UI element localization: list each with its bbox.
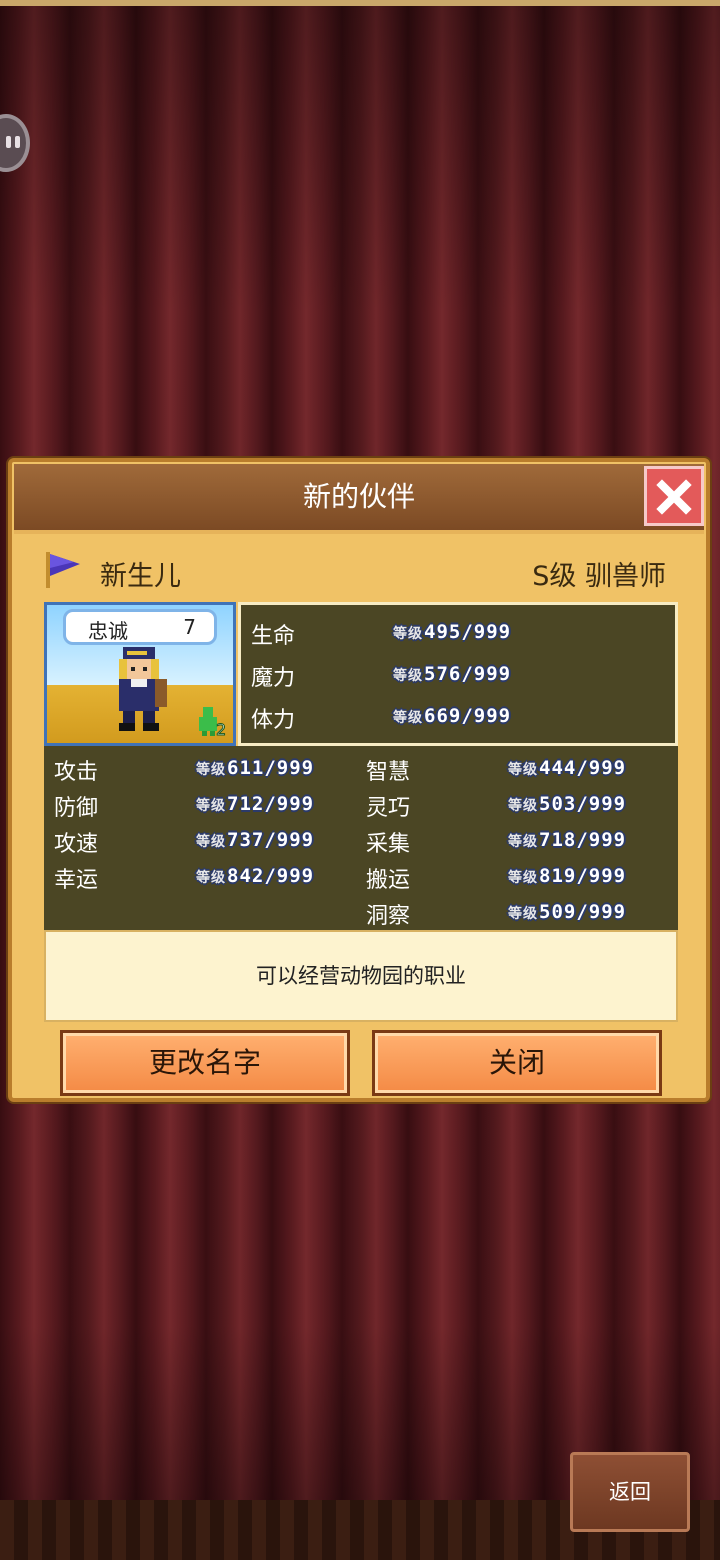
vital-label-stamina: 体力 — [251, 708, 296, 733]
back-button[interactable]: 返回 — [570, 1452, 690, 1532]
attr-label-dexterity: 灵巧 — [366, 796, 411, 821]
vital-value-mp: 等级576/999 — [393, 663, 512, 685]
attr-value-defense: 等级712/999 — [196, 793, 315, 815]
badge-level: 2 — [216, 720, 226, 737]
attr-label-wisdom: 智慧 — [366, 760, 411, 785]
flag-icon — [46, 552, 80, 588]
attr-label-defense: 防御 — [54, 796, 99, 821]
vital-label-hp: 生命 — [251, 624, 296, 649]
loyalty-label: 忠诚 — [88, 619, 128, 643]
close-x-button[interactable] — [644, 466, 704, 526]
attr-value-gathering: 等级718/999 — [508, 829, 627, 851]
close-button[interactable]: 关闭 — [372, 1030, 662, 1096]
attr-value-carrying: 等级819/999 — [508, 865, 627, 887]
attr-value-dexterity: 等级503/999 — [508, 793, 627, 815]
attr-label-luck: 幸运 — [54, 868, 99, 893]
attr-label-insight: 洞察 — [366, 904, 411, 929]
character-sprite — [119, 647, 167, 731]
attr-label-gathering: 采集 — [366, 832, 411, 857]
dialog-header: 新的伙伴 — [14, 464, 704, 534]
character-name: 新生儿 — [100, 561, 181, 592]
vital-label-mp: 魔力 — [251, 666, 296, 691]
new-companion-dialog: 新的伙伴 新生儿 S级 驯兽师 忠诚 7 2 生命 等级495/999 魔力 等… — [8, 458, 710, 1102]
rename-button[interactable]: 更改名字 — [60, 1030, 350, 1096]
attributes-panel: 攻击 等级611/999 防御 等级712/999 攻速 等级737/999 幸… — [44, 746, 678, 930]
attr-value-wisdom: 等级444/999 — [508, 757, 627, 779]
vital-value-hp: 等级495/999 — [393, 621, 512, 643]
top-border — [0, 0, 720, 6]
vital-value-stamina: 等级669/999 — [393, 705, 512, 727]
level-person-icon: 2 — [199, 707, 227, 737]
attr-label-attack-speed: 攻速 — [54, 832, 99, 857]
character-rank-job: S级 驯兽师 — [532, 561, 666, 592]
attr-label-carrying: 搬运 — [366, 868, 411, 893]
attr-value-attack-speed: 等级737/999 — [196, 829, 315, 851]
attr-label-attack: 攻击 — [54, 760, 99, 785]
character-portrait: 忠诚 7 2 — [44, 602, 236, 746]
job-description: 可以经营动物园的职业 — [44, 930, 678, 1022]
attr-value-insight: 等级509/999 — [508, 901, 627, 923]
attr-value-luck: 等级842/999 — [196, 865, 315, 887]
vitals-panel: 生命 等级495/999 魔力 等级576/999 体力 等级669/999 — [238, 602, 678, 746]
loyalty-value: 7 — [183, 615, 196, 639]
attr-value-attack: 等级611/999 — [196, 757, 315, 779]
dialog-title: 新的伙伴 — [302, 480, 415, 513]
loyalty-box: 忠诚 7 — [63, 609, 217, 645]
